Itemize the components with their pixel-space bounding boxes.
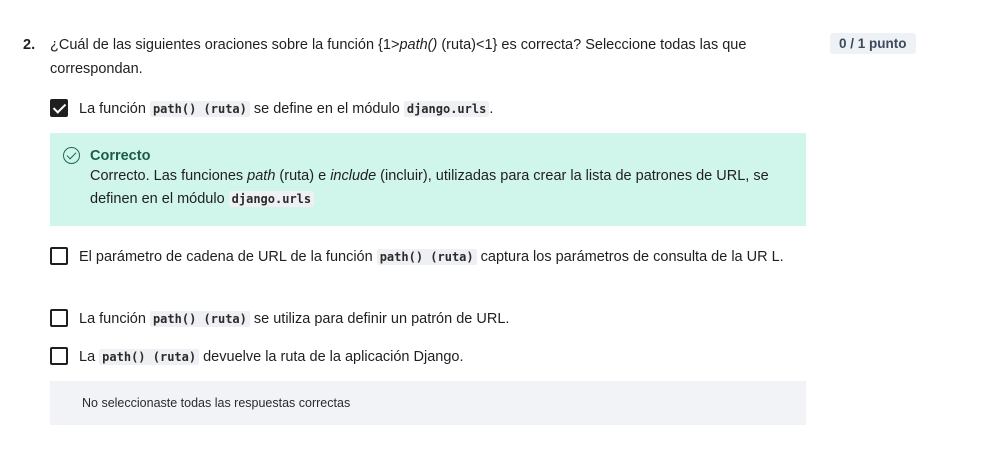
option-2-text: El parámetro de cadena de URL de la func… (79, 244, 800, 270)
feedback-italic-2: include (330, 168, 377, 184)
feedback-body: Correcto. Las funciones path (ruta) e in… (90, 165, 792, 211)
answer-option-1[interactable]: La función path() (ruta) se define en el… (50, 96, 800, 122)
result-message: No seleccionaste todas las respuestas co… (50, 381, 806, 425)
option-1-code: path() (ruta) (149, 101, 250, 117)
feedback-code: django.urls (228, 191, 315, 207)
option-4-code: path() (ruta) (99, 349, 200, 365)
feedback-text-2: (ruta) e (275, 168, 331, 184)
option-4-pre: La (79, 349, 100, 365)
checkbox-checked-icon[interactable] (50, 99, 68, 117)
feedback-title: Correcto (90, 148, 151, 164)
option-4-text: La path() (ruta) devuelve la ruta de la … (79, 344, 800, 370)
question-text-italic: path() (399, 37, 438, 53)
option-1-text: La función path() (ruta) se define en el… (79, 96, 800, 122)
option-1-code2: django.urls (403, 101, 490, 117)
question-text-start: ¿Cuál de las siguientes oraciones sobre … (50, 37, 400, 53)
option-3-post: se utiliza para definir un patrón de URL… (249, 311, 510, 327)
option-2-pre: El parámetro de cadena de URL de la func… (79, 249, 377, 265)
check-circle-icon (63, 147, 80, 164)
option-2-code: path() (ruta) (376, 249, 477, 265)
option-3-text: La función path() (ruta) se utiliza para… (79, 306, 800, 332)
checkbox-empty-icon[interactable] (50, 309, 68, 327)
option-1-pre: La función (79, 101, 150, 117)
option-3-pre: La función (79, 311, 150, 327)
option-3-code: path() (ruta) (149, 311, 250, 327)
feedback-panel: Correcto Correcto. Las funciones path (r… (50, 133, 806, 226)
question-number: 2. (23, 37, 36, 53)
checkbox-empty-icon[interactable] (50, 347, 68, 365)
option-1-mid: se define en el módulo (249, 101, 404, 117)
feedback-text-1: Correcto. Las funciones (90, 168, 248, 184)
question: 2. ¿Cuál de las siguientes oraciones sob… (23, 33, 783, 81)
question-text: ¿Cuál de las siguientes oraciones sobre … (50, 33, 783, 81)
points-badge: 0 / 1 punto (830, 33, 916, 54)
answer-option-2[interactable]: El parámetro de cadena de URL de la func… (50, 244, 800, 270)
feedback-italic-1: path (247, 168, 276, 184)
answer-option-4[interactable]: La path() (ruta) devuelve la ruta de la … (50, 344, 800, 370)
option-2-post: captura los parámetros de consulta de la… (476, 249, 784, 265)
option-4-post: devuelve la ruta de la aplicación Django… (199, 349, 464, 365)
option-1-post: . (489, 101, 494, 117)
checkbox-empty-icon[interactable] (50, 247, 68, 265)
answer-option-3[interactable]: La función path() (ruta) se utiliza para… (50, 306, 800, 332)
